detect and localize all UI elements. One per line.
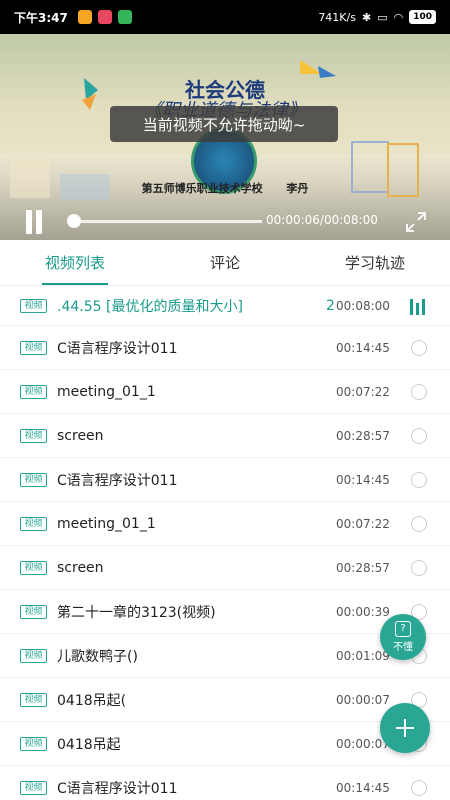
teacher-name: 李丹 [286, 182, 309, 195]
school-name: 第五师博乐职业技术学校 [141, 182, 263, 195]
video-title-label: 0418吊起 [57, 736, 121, 753]
video-duration: 00:00:39 [336, 604, 390, 619]
playlist-row[interactable]: 视频 .44.55 [最优化的质量和大小] 2(00:08:00 [0, 286, 450, 326]
video-title-label: 第二十一章的3123(视频) [57, 604, 216, 621]
progress-knob[interactable] [67, 214, 82, 228]
video-type-badge: 视频 [20, 384, 47, 399]
video-duration: 00:28:57 [336, 560, 390, 575]
video-title-label: C语言程序设计011 [57, 472, 178, 489]
video-controls: 00:00:06/00:08:00 [0, 204, 450, 240]
wifi-icon: ◠ [393, 10, 404, 24]
tab-video-list[interactable]: 视频列表 [0, 240, 150, 285]
video-title-label: .44.55 [最优化的质量和大小] [57, 298, 243, 315]
video-title-label: C语言程序设计011 [57, 340, 178, 357]
video-duration: 00:14:45 [336, 472, 390, 487]
completion-radio-icon [411, 471, 427, 488]
video-title-label: meeting_01_1 [57, 515, 156, 532]
status-bar: 下午3:47 741K/s ✱ ▭ ◠ 100 [0, 0, 450, 34]
video-duration: 00:14:45 [336, 780, 390, 795]
notification-app-icon [77, 10, 92, 24]
notification-app-icon [117, 10, 132, 24]
app-root: 下午3:47 741K/s ✱ ▭ ◠ 100 社会公德 《职业道德与法律》 [0, 0, 450, 800]
video-title-label: 儿歌数鸭子() [57, 648, 138, 665]
progress-track[interactable] [70, 220, 262, 223]
battery-icon: 100 [409, 10, 436, 24]
playlist-row[interactable]: 视频 screen 00:28:57 [0, 546, 450, 590]
playlist-row[interactable]: 视频 C语言程序设计011 00:14:45 [0, 766, 450, 800]
video-type-badge: 视频 [20, 516, 47, 531]
video-player[interactable]: 社会公德 《职业道德与法律》 当前视频不允许拖动呦~ 第五师博乐职业技术学校 李… [0, 34, 450, 240]
video-title-label: 0418吊起( [57, 692, 127, 709]
video-title-label: screen [57, 427, 104, 444]
playlist-row[interactable]: 视频 meeting_01_1 00:07:22 [0, 502, 450, 546]
video-duration: 00:07:22 [336, 516, 390, 531]
video-duration: 00:28:57 [336, 428, 390, 443]
video-type-badge: 视频 [20, 428, 47, 443]
video-type-badge: 视频 [20, 298, 47, 313]
video-type-badge: 视频 [20, 780, 47, 795]
completion-radio-icon [411, 427, 427, 444]
video-duration: 00:14:45 [336, 340, 390, 355]
dont-understand-button[interactable]: ? 不懂 [380, 614, 426, 660]
playlist-row[interactable]: 视频 C语言程序设计011 00:14:45 [0, 458, 450, 502]
completion-radio-icon [411, 339, 427, 356]
video-title-label: screen [57, 559, 104, 576]
notification-app-icon [97, 10, 112, 24]
playing-icon [410, 297, 428, 315]
video-type-badge: 视频 [20, 472, 47, 487]
video-type-badge: 视频 [20, 736, 47, 751]
video-duration: 00:00:07 [336, 692, 390, 707]
completion-radio-icon [411, 383, 427, 400]
video-title-overflow: 2( [326, 297, 336, 314]
tab-learning-track[interactable]: 学习轨迹 [300, 240, 450, 285]
drag-disabled-toast: 当前视频不允许拖动呦~ [110, 106, 338, 142]
video-title-label: meeting_01_1 [57, 383, 156, 400]
time-display: 00:00:06/00:08:00 [266, 213, 378, 227]
tab-comments[interactable]: 评论 [150, 240, 300, 285]
completion-radio-icon [411, 559, 427, 576]
video-type-badge: 视频 [20, 648, 47, 663]
video-title-label: C语言程序设计011 [57, 780, 178, 797]
network-speed: 741K/s [318, 10, 356, 24]
sim-icon: ▭ [377, 10, 388, 24]
playlist-row[interactable]: 视频 meeting_01_1 00:07:22 [0, 370, 450, 414]
video-type-badge: 视频 [20, 604, 47, 619]
video-type-badge: 视频 [20, 692, 47, 707]
status-time: 下午3:47 [14, 10, 68, 25]
dont-understand-label: 不懂 [393, 642, 413, 653]
completion-radio-icon [411, 515, 427, 532]
video-duration: 00:07:22 [336, 384, 390, 399]
video-duration: 00:08:00 [336, 298, 390, 313]
video-type-badge: 视频 [20, 560, 47, 575]
video-type-badge: 视频 [20, 340, 47, 355]
pause-icon[interactable] [24, 210, 44, 234]
add-button[interactable] [380, 703, 430, 753]
content-tabs: 视频列表 评论 学习轨迹 [0, 240, 450, 286]
playlist-row[interactable]: 视频 screen 00:28:57 [0, 414, 450, 458]
bluetooth-icon: ✱ [361, 10, 372, 24]
video-credit: 第五师博乐职业技术学校 李丹 [0, 180, 450, 196]
fullscreen-icon[interactable] [404, 210, 428, 234]
playlist-row[interactable]: 视频 C语言程序设计011 00:14:45 [0, 326, 450, 370]
question-icon: ? [395, 621, 411, 637]
completion-radio-icon [411, 779, 427, 796]
